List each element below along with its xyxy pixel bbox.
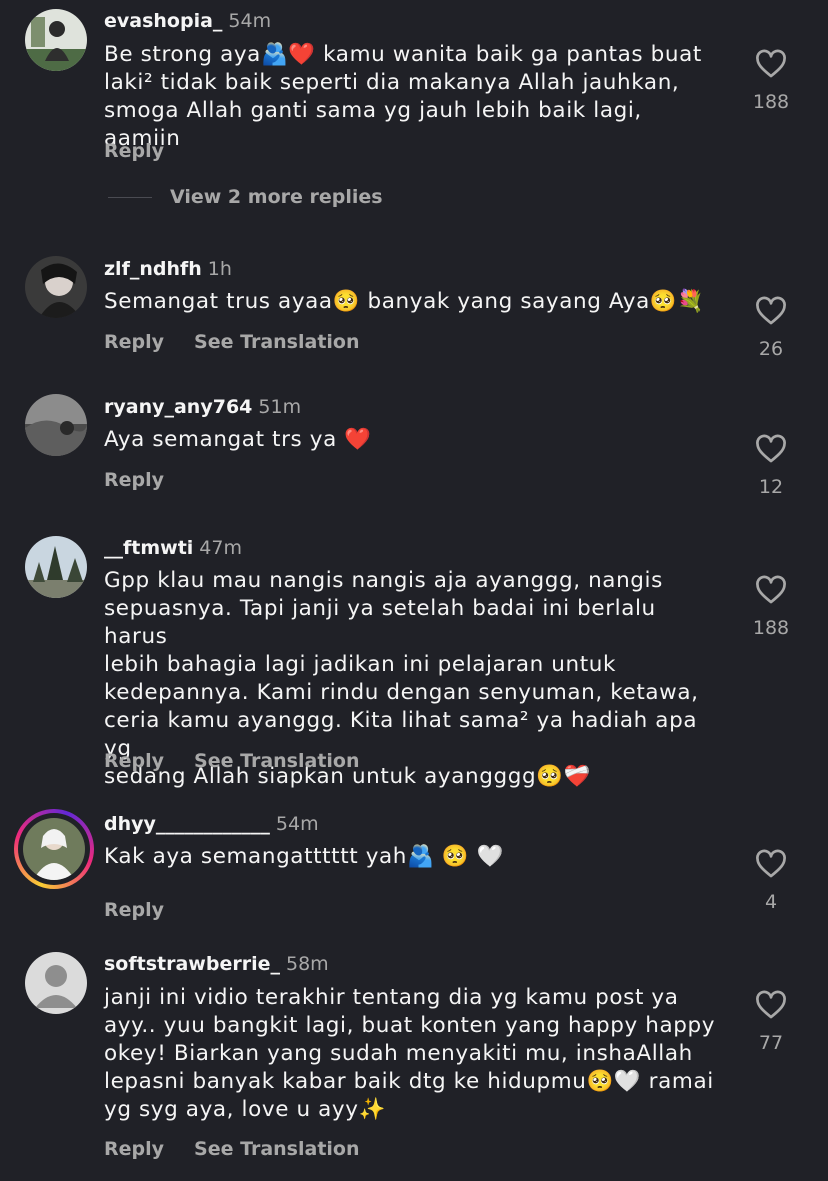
like-button[interactable]: 26 bbox=[748, 294, 794, 360]
like-count: 4 bbox=[764, 891, 778, 913]
like-count: 188 bbox=[752, 91, 790, 113]
avatar[interactable] bbox=[25, 394, 87, 456]
comment-time: 54m bbox=[228, 10, 272, 32]
comment-time: 47m bbox=[199, 537, 242, 559]
avatar[interactable] bbox=[25, 952, 87, 1014]
view-replies-button[interactable]: View 2 more replies bbox=[108, 186, 383, 212]
comment-text: Aya semangat trs ya ❤️ bbox=[104, 427, 372, 452]
default-avatar-icon bbox=[25, 952, 87, 1014]
comment-username[interactable]: __ftmwti bbox=[104, 537, 193, 559]
comment-username[interactable]: zlf_ndhfh bbox=[104, 258, 202, 280]
comment-username[interactable]: evashopia_ bbox=[104, 10, 222, 32]
see-translation-button[interactable]: See Translation bbox=[194, 1138, 359, 1160]
heart-outline-icon bbox=[756, 849, 786, 878]
avatar-photo-icon bbox=[23, 818, 85, 880]
comment-time: 51m bbox=[258, 396, 302, 418]
like-button[interactable]: 188 bbox=[748, 573, 794, 639]
story-ring-inner bbox=[18, 813, 90, 885]
reply-button[interactable]: Reply bbox=[104, 331, 164, 353]
like-button[interactable]: 188 bbox=[748, 47, 794, 113]
avatar[interactable] bbox=[25, 256, 87, 318]
heart-outline-icon bbox=[756, 575, 786, 604]
comment-username[interactable]: softstrawberrie_ bbox=[104, 953, 280, 975]
like-count: 188 bbox=[752, 617, 790, 639]
comment-time: 1h bbox=[207, 258, 232, 280]
avatar-photo-icon bbox=[25, 536, 87, 598]
avatar-photo-icon bbox=[25, 9, 87, 71]
avatar-photo-icon bbox=[25, 256, 87, 318]
comment-text: janji ini vidio terakhir tentang dia yg … bbox=[104, 985, 716, 1122]
reply-button[interactable]: Reply bbox=[104, 750, 164, 772]
like-button[interactable]: 12 bbox=[748, 432, 794, 498]
reply-button[interactable]: Reply bbox=[104, 899, 164, 921]
view-replies-label: View 2 more replies bbox=[170, 186, 383, 208]
heart-outline-icon bbox=[756, 296, 786, 325]
heart-outline-icon bbox=[756, 434, 786, 463]
avatar[interactable] bbox=[25, 536, 87, 598]
like-count: 12 bbox=[758, 476, 784, 498]
heart-outline-icon bbox=[756, 49, 786, 78]
comment-text: Kak aya semangatttttt yah🫂 🥺 🤍 bbox=[104, 844, 505, 869]
avatar-photo-icon bbox=[25, 394, 87, 456]
reply-divider bbox=[108, 196, 152, 198]
reply-button[interactable]: Reply bbox=[104, 469, 164, 491]
reply-button[interactable]: Reply bbox=[104, 1138, 164, 1160]
reply-button[interactable]: Reply bbox=[104, 140, 164, 162]
heart-outline-icon bbox=[756, 990, 786, 1019]
comment-time: 58m bbox=[285, 953, 329, 975]
avatar[interactable] bbox=[25, 9, 87, 71]
comment-username[interactable]: ryany_any764 bbox=[104, 396, 252, 418]
like-count: 26 bbox=[758, 338, 784, 360]
like-button[interactable]: 4 bbox=[748, 847, 794, 913]
comment-time: 54m bbox=[275, 813, 319, 835]
see-translation-button[interactable]: See Translation bbox=[194, 331, 359, 353]
avatar[interactable] bbox=[23, 818, 85, 880]
like-button[interactable]: 77 bbox=[748, 988, 794, 1054]
comment-text: Semangat trus ayaa🥺 banyak yang sayang A… bbox=[104, 289, 705, 314]
story-ring[interactable] bbox=[14, 809, 94, 889]
like-count: 77 bbox=[758, 1032, 784, 1054]
see-translation-button[interactable]: See Translation bbox=[194, 750, 359, 772]
comment-text: Be strong aya🫂❤️ kamu wanita baik ga pan… bbox=[104, 42, 702, 151]
comment-username[interactable]: dhyy____________ bbox=[104, 813, 270, 835]
